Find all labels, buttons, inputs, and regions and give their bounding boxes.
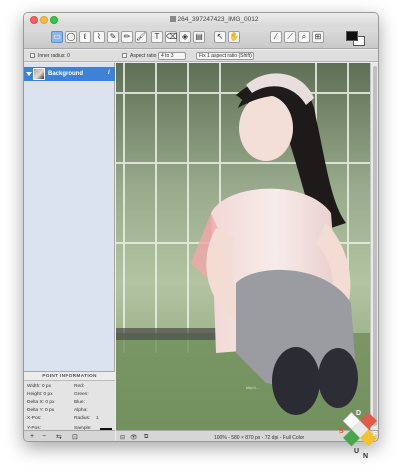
layer-thumbnail [33,68,45,80]
logo-letter-u: U [354,448,359,455]
pencil-tool-button[interactable]: ✏ [121,31,133,43]
lasso-tool-icon: ℓ [83,32,87,41]
logo-letter-s: S [339,428,344,435]
canvas-watermark: http://.... [246,385,260,390]
photo: http://.... [116,63,370,430]
point-information-panel: POINT INFORMATION Width: 0 px Height: 0 … [24,371,115,436]
zoom-tool-icon: ⌕ [301,32,307,41]
layers-bottom-bar: + − ⇆ ⊡ [24,430,115,441]
brush-tool-button[interactable]: 🖌 [135,31,147,43]
clone-tool-button[interactable]: ⟋ [284,31,296,43]
image-status-info: 100% - 580 × 870 px - 72 dpi - Full Colo… [214,435,305,441]
rect-select-tool-icon: ▭ [53,32,61,41]
aspect-ratio-label: Aspect ratio [130,53,157,59]
pi-delta-y: Delta Y: 0 px [27,408,55,413]
layer-settings-button[interactable]: ⊡ [72,433,78,441]
scroll-thumb[interactable] [373,66,377,426]
magic-wand-tool-button[interactable]: ✎ [107,31,119,43]
crop-tool-icon: ⊞ [314,32,322,41]
eyedropper-tool-button[interactable]: ⁄ [270,31,282,43]
pi-green: Green: [74,392,89,397]
hand-tool-icon: ✋ [229,32,239,41]
rect-select-tool-button[interactable]: ▭ [51,31,63,43]
gradient-tool-icon: ▤ [195,32,203,41]
remove-layer-button[interactable]: − [42,433,46,440]
pi-height: Height: 0 px [27,392,53,397]
pi-alpha: Alpha: [74,408,88,413]
watermark-logo: D S F U N [339,410,378,460]
pi-red: Red: [74,384,85,389]
inner-radius-checkbox[interactable] [30,53,35,58]
layers-sidebar: Background i POINT INFORMATION Width: 0 … [24,63,115,441]
layer-name: Background [48,71,84,77]
text-tool-icon: T [154,32,160,41]
logo-letter-d: D [356,410,361,417]
brush-tool-icon: 🖌 [136,32,147,41]
point-information-title: POINT INFORMATION [24,372,115,381]
view-icon[interactable]: 👁 [130,434,138,441]
eraser-tool-icon: ⌫ [166,32,178,41]
window-title: 264_397247423_IMG_0012 [144,16,284,23]
paint-bucket-tool-icon: ◈ [181,32,189,41]
gradient-tool-button[interactable]: ▤ [193,31,205,43]
pi-radius-value[interactable]: 1 [96,416,99,421]
pi-delta-x: Delta X: 0 px [27,400,55,405]
layer-row-background[interactable]: Background i [24,67,115,81]
window-title-text: 264_397247423_IMG_0012 [177,16,259,23]
layers-menu-icon[interactable]: ⧉ [144,434,148,441]
polygon-lasso-tool-button[interactable]: ⌇ [93,31,105,43]
aspect-ratio-select[interactable]: 4 to 3 [158,52,186,60]
layer-info-icon[interactable]: i [108,70,110,76]
crop-tool-button[interactable]: ⊞ [312,31,324,43]
link-layers-button[interactable]: ⇆ [56,433,62,441]
title-bar[interactable]: 264_397247423_IMG_0012 [24,13,378,27]
pencil-tool-icon: ✏ [123,32,131,41]
ellipse-select-tool-icon: ◯ [66,32,76,41]
clone-tool-icon: ⟋ [287,32,293,41]
ellipse-select-tool-button[interactable]: ◯ [65,31,77,43]
tools-toolbar: ▭ ◯ ℓ ⌇ ✎ ✏ 🖌 T ⌫ ◈ ▤ ↖ ✋ ⁄ ⟋ ⌕ ⊞ [24,27,378,49]
move-tool-icon: ↖ [216,32,224,41]
magic-wand-tool-icon: ✎ [109,32,117,41]
lasso-tool-button[interactable]: ℓ [79,31,91,43]
disclosure-triangle-icon[interactable] [26,72,32,76]
editor-window: 264_397247423_IMG_0012 ▭ ◯ ℓ ⌇ ✎ ✏ 🖌 T ⌫ ◈ ▤ ↖ ✋ ⁄ ⟋ ⌕ ⊞… [23,12,379,442]
zoom-window-button[interactable] [50,16,58,24]
tool-options-bar: Inner radius: 0 Aspect ratio 4 to 3 Fix … [24,50,378,62]
inner-radius-label: Inner radius: 0 [38,53,70,59]
eyedropper-tool-icon: ⁄ [275,32,277,41]
logo-letter-n: N [363,453,368,460]
move-tool-button[interactable]: ↖ [214,31,226,43]
logo-letter-f: F [373,431,378,438]
text-tool-button[interactable]: T [151,31,163,43]
close-window-button[interactable] [30,16,38,24]
pi-x-pos: X-Pos: [27,416,42,421]
minimize-window-button[interactable] [40,16,48,24]
polygon-lasso-tool-icon: ⌇ [97,32,101,41]
hand-tool-button[interactable]: ✋ [228,31,240,43]
image-canvas[interactable]: http://.... [116,63,370,430]
vertical-scrollbar[interactable] [370,63,378,430]
pi-radius-label: Radius: [74,416,91,421]
document-icon [169,16,176,22]
pi-blue: Blue: [74,400,85,405]
paint-bucket-tool-button[interactable]: ◈ [179,31,191,43]
fix-aspect-select[interactable]: Fix 1 aspect ratio (Shift) [196,52,254,60]
foreground-color-swatch[interactable] [346,31,358,41]
pi-width: Width: 0 px [27,384,51,389]
zoom-tool-button[interactable]: ⌕ [298,31,310,43]
grid-icon[interactable]: ⊟ [120,434,125,441]
eraser-tool-button[interactable]: ⌫ [165,31,177,43]
aspect-ratio-checkbox[interactable] [122,53,127,58]
add-layer-button[interactable]: + [30,433,34,440]
